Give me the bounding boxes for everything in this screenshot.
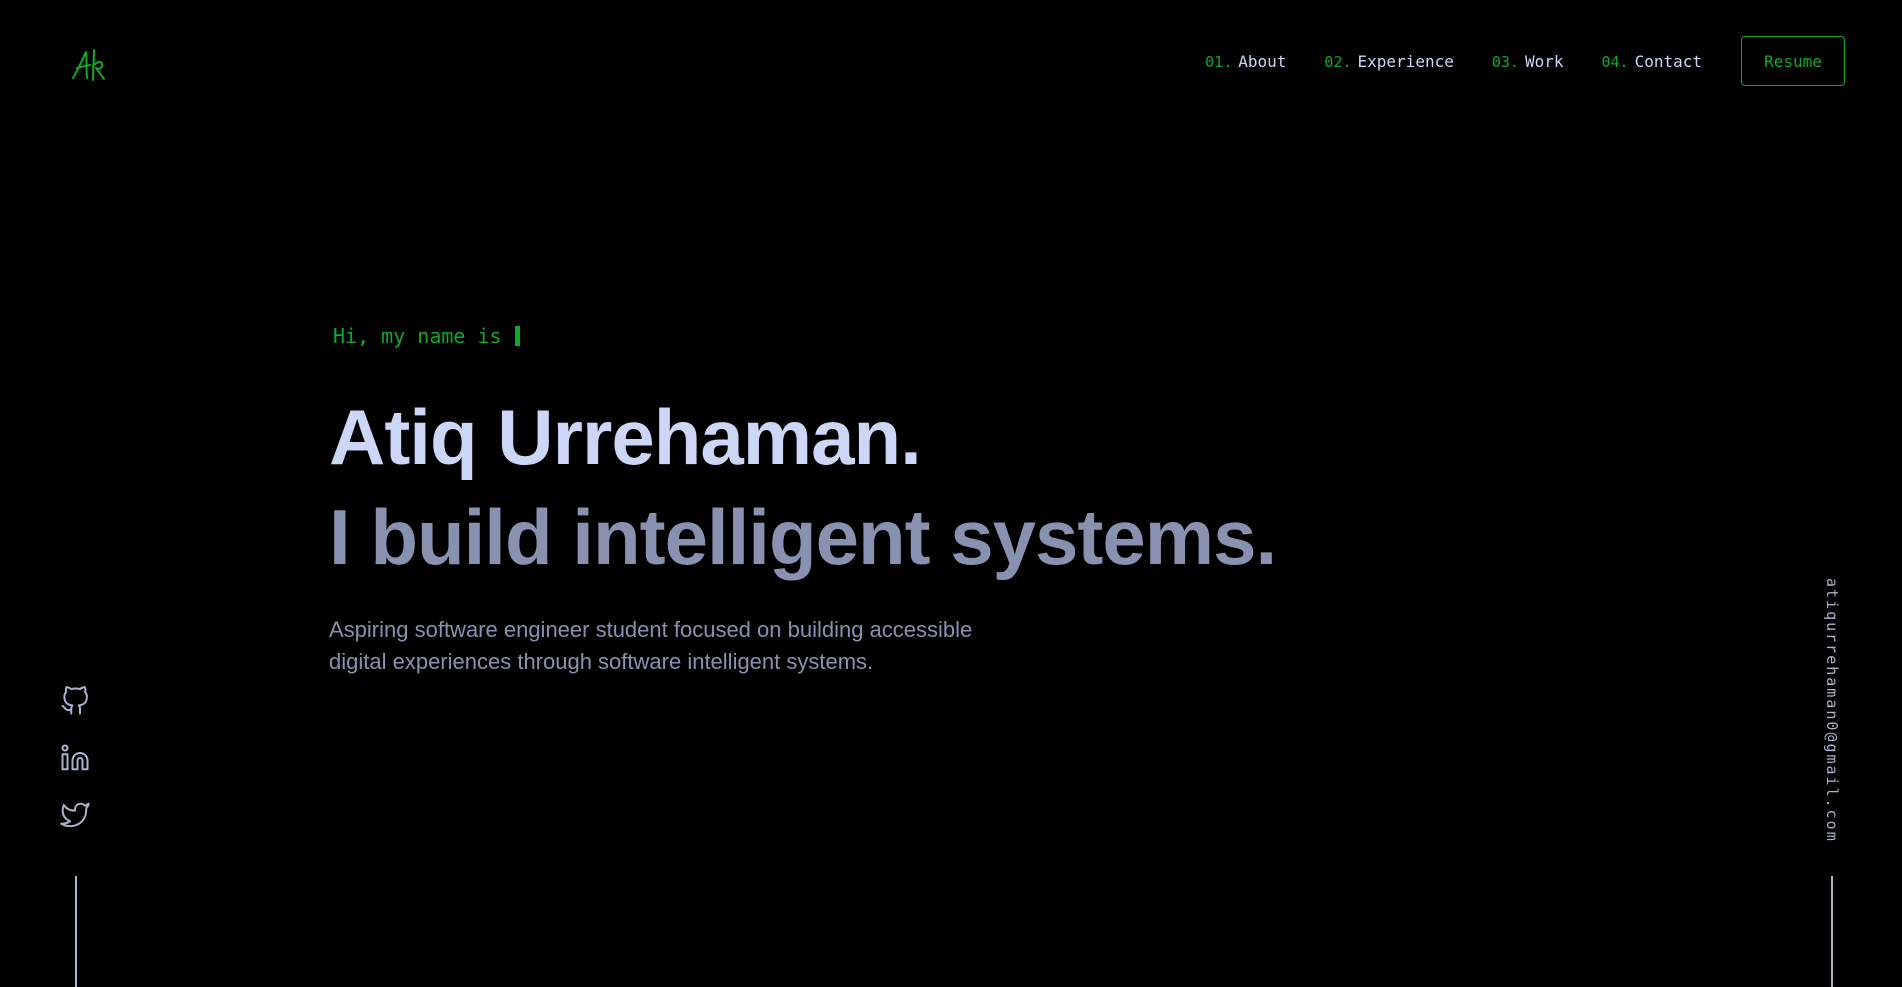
nav-experience-number: 02. [1324, 52, 1352, 71]
hero-description: Aspiring software engineer student focus… [329, 617, 973, 674]
right-divider-line [1831, 876, 1833, 987]
typing-cursor [514, 326, 520, 346]
nav-work[interactable]: 03. Work [1492, 52, 1564, 71]
intro-text: Hi, my name is [333, 324, 502, 348]
intro-line: Hi, my name is [333, 322, 1329, 350]
nav-work-number: 03. [1491, 52, 1519, 71]
email-link[interactable]: atiqurrehaman0@gmail.com [1815, 578, 1841, 843]
nav-about[interactable]: 01. About [1205, 52, 1286, 71]
social-links [60, 686, 90, 857]
nav-about-number: 01. [1205, 52, 1233, 71]
github-icon[interactable] [60, 686, 90, 716]
linkedin-icon[interactable] [60, 743, 90, 773]
logo-icon[interactable] [70, 48, 110, 86]
main-nav: 01. About 02. Experience 03. Work 04. Contac… [1205, 36, 1845, 86]
nav-contact[interactable]: 04. Contact [1601, 52, 1702, 71]
nav-work-label: Work [1524, 51, 1564, 71]
resume-button[interactable]: Resume [1741, 36, 1845, 86]
nav-experience-label: Experience [1357, 51, 1454, 71]
nav-contact-number: 04. [1601, 52, 1629, 71]
nav-contact-label: Contact [1634, 51, 1702, 71]
left-divider-line [75, 876, 77, 987]
hero-name: Atiq Urrehaman. [329, 393, 922, 481]
hero-tagline: I build intelligent systems. [329, 493, 1277, 581]
hero-section: Hi, my name is Atiq Urrehaman. I build i… [329, 322, 1329, 678]
nav-experience[interactable]: 02. Experience [1324, 52, 1453, 71]
nav-about-label: About [1238, 51, 1287, 71]
twitter-icon[interactable] [60, 800, 90, 830]
